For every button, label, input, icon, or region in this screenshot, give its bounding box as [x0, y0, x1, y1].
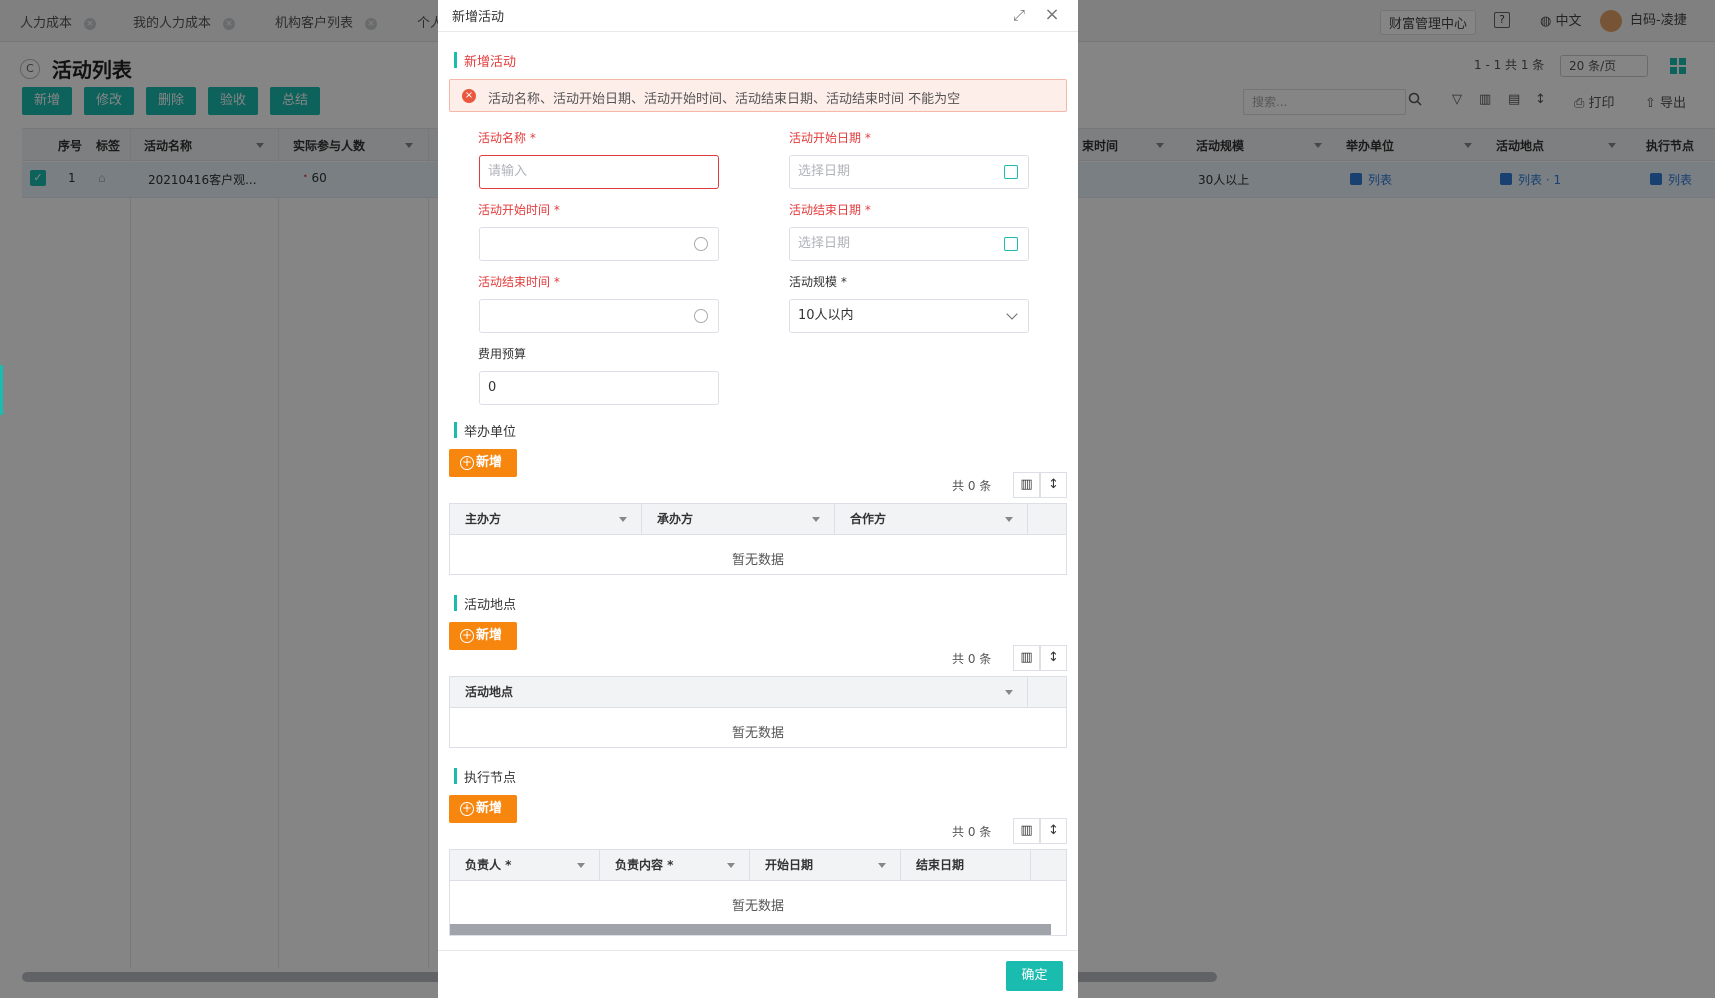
col-partner[interactable]: 合作方 [835, 504, 1028, 535]
col-label: 负责内容 * [615, 858, 674, 872]
section-title-location: 活动地点 [454, 594, 516, 613]
dialog-footer-divider [438, 950, 1078, 951]
name-input[interactable]: 请输入 [479, 155, 719, 189]
budget-input[interactable]: 0 [479, 371, 719, 405]
section-title-main: 新增活动 [454, 51, 516, 70]
chart-icon[interactable]: ▥ [1013, 645, 1040, 671]
chevron-down-icon[interactable] [577, 863, 585, 868]
add-activity-dialog: 新增活动 ⤢ × 新增活动 × 活动名称、活动开始日期、活动开始时间、活动结束日… [438, 0, 1078, 998]
sort-icon[interactable]: ↕ [1040, 645, 1067, 671]
location-count: 共 0 条 [952, 652, 992, 666]
host-table: 主办方 承办方 合作方 暂无数据 [449, 503, 1067, 575]
col-undertaker[interactable]: 承办方 [642, 504, 835, 535]
location-table: 活动地点 暂无数据 [449, 676, 1067, 748]
col-label: 承办方 [657, 512, 694, 526]
error-icon: × [462, 89, 476, 103]
plus-circle-icon: + [460, 801, 474, 816]
add-label: 新增 [476, 801, 503, 816]
col-end-date[interactable]: 结束日期 [901, 850, 1031, 881]
col-label: 开始日期 [765, 858, 814, 872]
dialog-header: 新增活动 ⤢ × [438, 0, 1078, 32]
empty-state: 暂无数据 [731, 899, 784, 914]
sort-icon[interactable]: ↕ [1040, 818, 1067, 844]
end-date-picker[interactable]: 选择日期 [789, 227, 1029, 261]
empty-state: 暂无数据 [731, 726, 784, 741]
start-date-picker[interactable]: 选择日期 [789, 155, 1029, 189]
calendar-icon[interactable] [1004, 165, 1018, 179]
section-title-host: 举办单位 [454, 421, 516, 440]
plus-circle-icon: + [460, 455, 474, 470]
end-date-label: 活动结束日期 * [789, 203, 871, 217]
col-start-date[interactable]: 开始日期 [750, 850, 901, 881]
chevron-down-icon[interactable] [1005, 517, 1013, 522]
node-table: 负责人 * 负责内容 * 开始日期 结束日期 暂无数据 [449, 849, 1067, 936]
budget-label: 费用预算 [478, 347, 527, 361]
add-node-button[interactable]: + 新增 [449, 795, 517, 823]
chevron-down-icon[interactable] [812, 517, 820, 522]
alert-message: 活动名称、活动开始日期、活动开始时间、活动结束日期、活动结束时间 不能为空 [488, 92, 961, 107]
dialog-title: 新增活动 [452, 10, 505, 25]
scale-label: 活动规模 * [789, 275, 847, 289]
name-label: 活动名称 * [478, 131, 536, 145]
col-organizer[interactable]: 主办方 [450, 504, 642, 535]
col-location[interactable]: 活动地点 [450, 677, 1028, 708]
name-placeholder: 请输入 [488, 164, 528, 179]
add-label: 新增 [476, 455, 503, 470]
host-table-header: 主办方 承办方 合作方 [450, 504, 1066, 535]
empty-state: 暂无数据 [731, 553, 784, 568]
add-label: 新增 [476, 628, 503, 643]
scale-value: 10人以内 [798, 308, 854, 323]
location-table-header: 活动地点 [450, 677, 1066, 708]
chevron-down-icon[interactable] [619, 517, 627, 522]
section-title-node: 执行节点 [454, 767, 516, 786]
start-date-placeholder: 选择日期 [798, 164, 851, 179]
chevron-down-icon[interactable] [878, 863, 886, 868]
chevron-down-icon [1006, 308, 1018, 320]
chevron-down-icon[interactable] [727, 863, 735, 868]
budget-value: 0 [488, 380, 497, 395]
node-count: 共 0 条 [952, 825, 992, 839]
chart-icon[interactable]: ▥ [1013, 818, 1040, 844]
close-icon[interactable]: × [1043, 6, 1061, 24]
scale-select[interactable]: 10人以内 [789, 299, 1029, 333]
add-host-button[interactable]: + 新增 [449, 449, 517, 477]
clock-icon[interactable] [694, 237, 708, 251]
add-location-button[interactable]: + 新增 [449, 622, 517, 650]
calendar-icon[interactable] [1004, 237, 1018, 251]
col-owner[interactable]: 负责人 * [450, 850, 600, 881]
end-date-placeholder: 选择日期 [798, 236, 851, 251]
confirm-button[interactable]: 确定 [1006, 961, 1063, 991]
node-table-header: 负责人 * 负责内容 * 开始日期 结束日期 [450, 850, 1066, 881]
clock-icon[interactable] [694, 309, 708, 323]
end-time-picker[interactable] [479, 299, 719, 333]
horizontal-scrollbar[interactable] [450, 924, 1051, 935]
sort-icon[interactable]: ↕ [1040, 472, 1067, 498]
maximize-icon[interactable]: ⤢ [1010, 6, 1028, 24]
sidebar-handle[interactable] [0, 365, 3, 415]
col-label: 合作方 [850, 512, 887, 526]
validation-alert: × 活动名称、活动开始日期、活动开始时间、活动结束日期、活动结束时间 不能为空 [449, 79, 1067, 112]
plus-circle-icon: + [460, 628, 474, 643]
col-label: 活动地点 [465, 685, 514, 699]
start-time-picker[interactable] [479, 227, 719, 261]
end-time-label: 活动结束时间 * [478, 275, 560, 289]
col-label: 结束日期 [916, 858, 965, 872]
chevron-down-icon[interactable] [1005, 690, 1013, 695]
start-date-label: 活动开始日期 * [789, 131, 871, 145]
host-count: 共 0 条 [952, 479, 992, 493]
start-time-label: 活动开始时间 * [478, 203, 560, 217]
col-label: 负责人 * [465, 858, 512, 872]
col-responsibility[interactable]: 负责内容 * [600, 850, 750, 881]
col-label: 主办方 [465, 512, 502, 526]
chart-icon[interactable]: ▥ [1013, 472, 1040, 498]
